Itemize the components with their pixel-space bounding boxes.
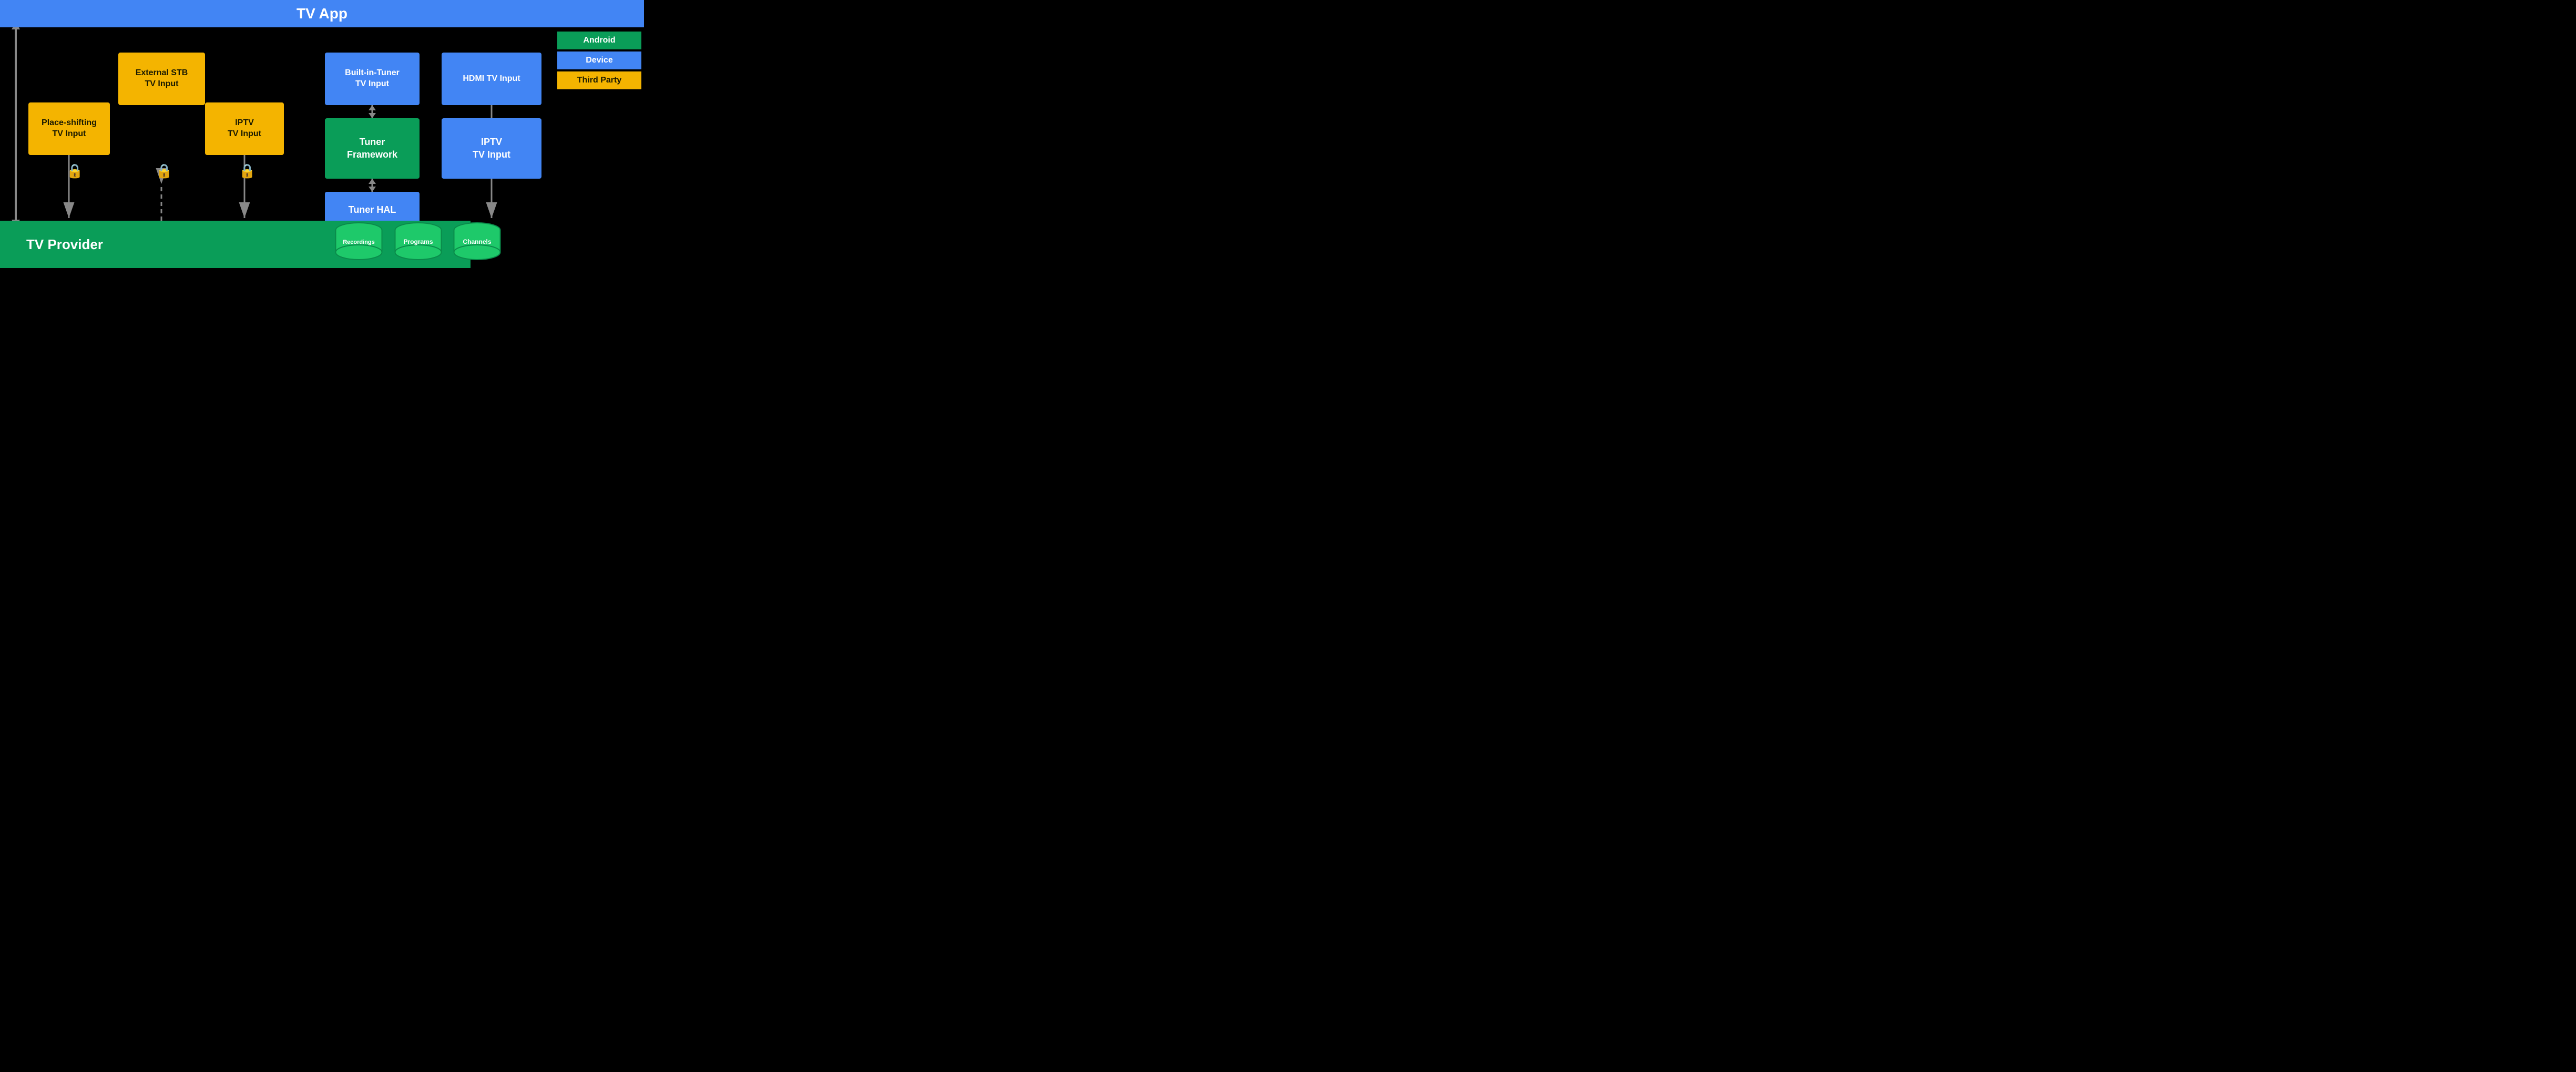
legend-device: Device bbox=[557, 51, 641, 69]
tv-app-title: TV App bbox=[297, 5, 347, 22]
iptv-left-box: IPTVTV Input bbox=[205, 102, 284, 155]
tuner-framework-box: TunerFramework bbox=[325, 118, 420, 179]
lock-icon-2: 🔒 bbox=[156, 163, 172, 179]
legend-android: Android bbox=[557, 32, 641, 49]
channels-db: Channels bbox=[452, 221, 502, 265]
svg-text:Recordings: Recordings bbox=[343, 239, 375, 245]
lock-icon-1: 🔒 bbox=[66, 163, 83, 179]
place-shifting-box: Place-shiftingTV Input bbox=[28, 102, 110, 155]
hdmi-tv-input-box: HDMI TV Input bbox=[442, 53, 541, 105]
recordings-db: Recordings bbox=[334, 221, 384, 265]
external-stb-box: External STBTV Input bbox=[118, 53, 205, 105]
built-in-tuner-box: Built-in-TunerTV Input bbox=[325, 53, 420, 105]
svg-text:Programs: Programs bbox=[403, 238, 433, 245]
legend-thirdparty: Third Party bbox=[557, 71, 641, 89]
left-vertical-arrow bbox=[15, 27, 17, 222]
programs-db: Programs bbox=[393, 221, 443, 265]
iptv-right-box: IPTVTV Input bbox=[442, 118, 541, 179]
legend: Android Device Third Party bbox=[557, 32, 641, 89]
tv-provider-title: TV Provider bbox=[26, 236, 103, 253]
lock-icon-3: 🔒 bbox=[239, 163, 255, 179]
svg-text:Channels: Channels bbox=[463, 238, 491, 245]
tv-app-header: TV App bbox=[0, 0, 644, 27]
